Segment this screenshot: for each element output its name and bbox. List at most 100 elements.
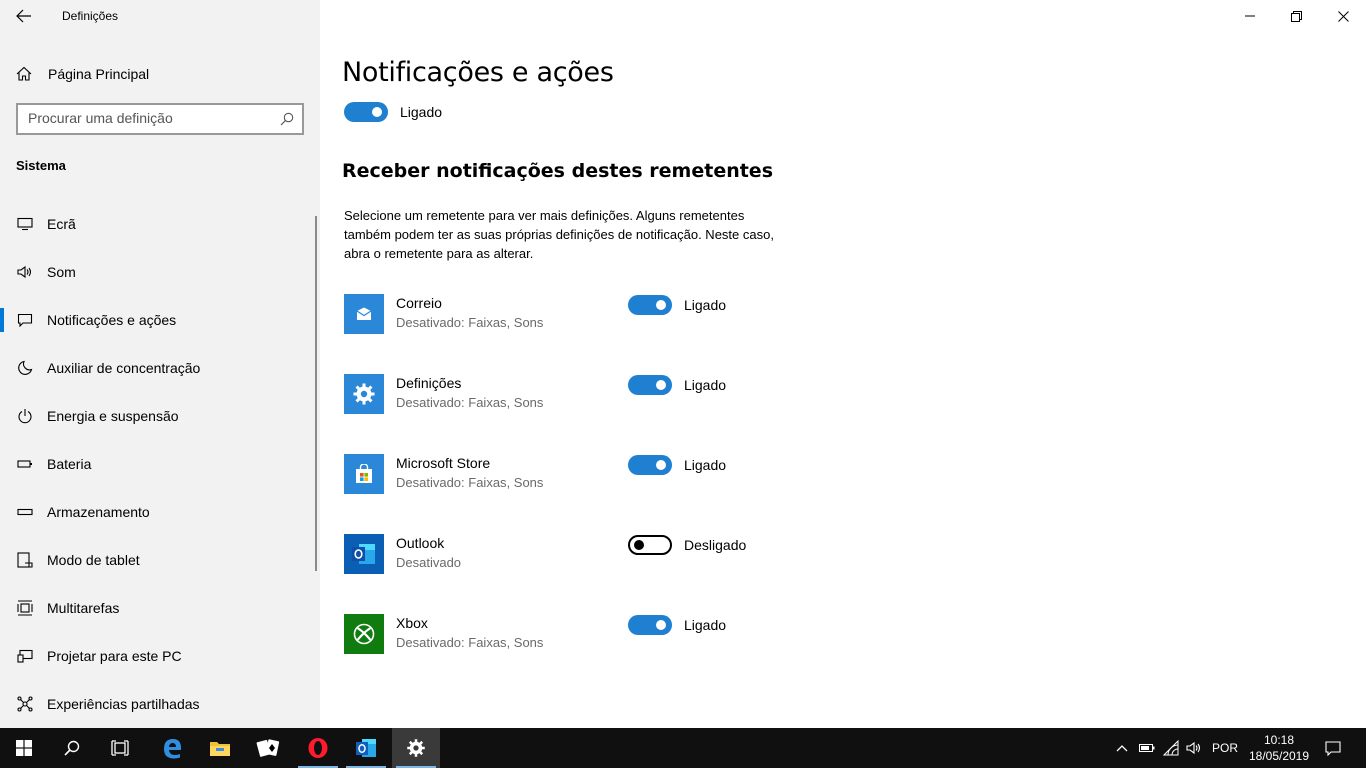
sidebar-item-storage[interactable]: Armazenamento [0, 488, 320, 536]
show-hidden-icons-button[interactable] [1114, 740, 1130, 756]
sidebar-item-tablet-mode[interactable]: Modo de tablet [0, 536, 320, 584]
multitask-icon [16, 600, 34, 616]
back-button[interactable] [8, 4, 40, 28]
sender-toggle[interactable] [628, 455, 672, 475]
sender-name: Definições [396, 375, 462, 391]
sender-row-xbox[interactable]: Xbox Desativado: Faixas, Sons Ligado [344, 614, 1064, 654]
cards-icon [256, 739, 280, 757]
sidebar-item-label: Multitarefas [47, 600, 120, 616]
search-icon [64, 740, 80, 756]
xbox-app-icon [344, 614, 384, 654]
sender-toggle-label: Ligado [684, 617, 727, 633]
sidebar-item-label: Projetar para este PC [47, 648, 182, 664]
taskbar: POR 10:18 18/05/2019 [0, 728, 1366, 768]
sender-row-store[interactable]: Microsoft Store Desativado: Faixas, Sons… [344, 454, 1064, 494]
toggle-knob [656, 460, 666, 470]
volume-tray-button[interactable] [1186, 740, 1202, 756]
sidebar-item-shared[interactable]: Experiências partilhadas [0, 680, 320, 728]
sender-toggle-label: Ligado [684, 377, 727, 393]
sidebar-item-label: Experiências partilhadas [47, 696, 200, 712]
sidebar-item-power[interactable]: Energia e suspensão [0, 392, 320, 440]
sidebar-item-label: Armazenamento [47, 504, 150, 520]
share-icon [16, 696, 34, 712]
search-icon[interactable] [280, 112, 294, 131]
sender-name: Correio [396, 295, 442, 311]
master-toggle[interactable] [344, 102, 388, 122]
sender-toggle[interactable] [628, 535, 672, 555]
battery-icon [16, 456, 34, 472]
windows-icon [16, 740, 32, 756]
outlook-icon [356, 739, 376, 757]
sidebar-item-label: Modo de tablet [47, 552, 140, 568]
outlook-app-icon [344, 534, 384, 574]
toggle-knob [372, 107, 382, 117]
action-center-button[interactable] [1325, 740, 1341, 756]
battery-icon [1139, 744, 1155, 752]
sidebar-item-notifications[interactable]: Notificações e ações [0, 296, 320, 344]
sidebar-item-multitasking[interactable]: Multitarefas [0, 584, 320, 632]
sender-toggle-label: Desligado [684, 537, 747, 553]
language-indicator[interactable]: POR [1212, 741, 1238, 755]
power-icon [16, 408, 34, 424]
page-title: Notificações e ações [342, 57, 614, 88]
solitaire-taskbar-button[interactable] [244, 728, 292, 768]
search-box[interactable] [16, 103, 304, 135]
sidebar-item-label: Bateria [47, 456, 92, 472]
senders-heading: Receber notificações destes remetentes [342, 160, 774, 182]
speaker-icon [16, 264, 34, 280]
network-tray-button[interactable] [1163, 740, 1179, 756]
home-icon [16, 66, 32, 86]
battery-tray-button[interactable] [1139, 740, 1155, 756]
sidebar-item-battery[interactable]: Bateria [0, 440, 320, 488]
toggle-knob [656, 300, 666, 310]
sender-name: Xbox [396, 615, 428, 631]
toggle-knob [634, 540, 644, 550]
sidebar: Definições Página Principal Sistema Ecrã… [0, 0, 320, 728]
section-title: Sistema [16, 158, 66, 173]
master-toggle-label: Ligado [400, 104, 443, 120]
settings-taskbar-button[interactable] [392, 728, 440, 768]
sender-row-outlook[interactable]: Outlook Desativado Desligado [344, 534, 1064, 574]
gear-icon [407, 739, 425, 757]
speaker-icon [1186, 741, 1201, 755]
edge-icon [164, 739, 181, 759]
notification-icon [16, 312, 34, 328]
explorer-taskbar-button[interactable] [196, 728, 244, 768]
sender-row-mail[interactable]: Correio Desativado: Faixas, Sons Ligado [344, 294, 1064, 334]
search-taskbar-button[interactable] [48, 728, 96, 768]
search-input[interactable] [28, 110, 268, 126]
outlook-taskbar-button[interactable] [342, 728, 390, 768]
clock[interactable]: 10:18 18/05/2019 [1248, 732, 1310, 764]
home-link[interactable]: Página Principal [0, 56, 320, 92]
sidebar-item-display[interactable]: Ecrã [0, 200, 320, 248]
storage-icon [16, 504, 34, 520]
clock-date: 18/05/2019 [1248, 749, 1310, 763]
sidebar-scrollbar[interactable] [315, 216, 317, 571]
edge-taskbar-button[interactable] [148, 728, 196, 768]
sidebar-item-sound[interactable]: Som [0, 248, 320, 296]
sender-toggle[interactable] [628, 615, 672, 635]
sender-status: Desativado: Faixas, Sons [396, 635, 544, 650]
sidebar-item-label: Auxiliar de concentração [47, 360, 201, 376]
sender-toggle[interactable] [628, 295, 672, 315]
back-arrow-icon [16, 9, 31, 23]
opera-taskbar-button[interactable] [294, 728, 342, 768]
sidebar-item-focus-assist[interactable]: Auxiliar de concentração [0, 344, 320, 392]
home-label: Página Principal [48, 66, 150, 82]
task-view-icon [111, 740, 129, 756]
sidebar-item-label: Ecrã [47, 216, 76, 232]
sidebar-item-project[interactable]: Projetar para este PC [0, 632, 320, 680]
task-view-button[interactable] [96, 728, 144, 768]
toggle-knob [656, 380, 666, 390]
wifi-icon [1163, 740, 1179, 756]
titlebar: Definições [0, 0, 320, 32]
sender-row-settings[interactable]: Definições Desativado: Faixas, Sons Liga… [344, 374, 1064, 414]
start-button[interactable] [0, 728, 48, 768]
sidebar-item-label: Som [47, 264, 76, 280]
sender-toggle[interactable] [628, 375, 672, 395]
opera-icon [308, 738, 328, 758]
sidebar-nav: Ecrã Som Notificações e ações Auxiliar d… [0, 200, 320, 728]
notification-icon [1325, 740, 1341, 756]
monitor-icon [16, 216, 34, 232]
store-app-icon [344, 454, 384, 494]
